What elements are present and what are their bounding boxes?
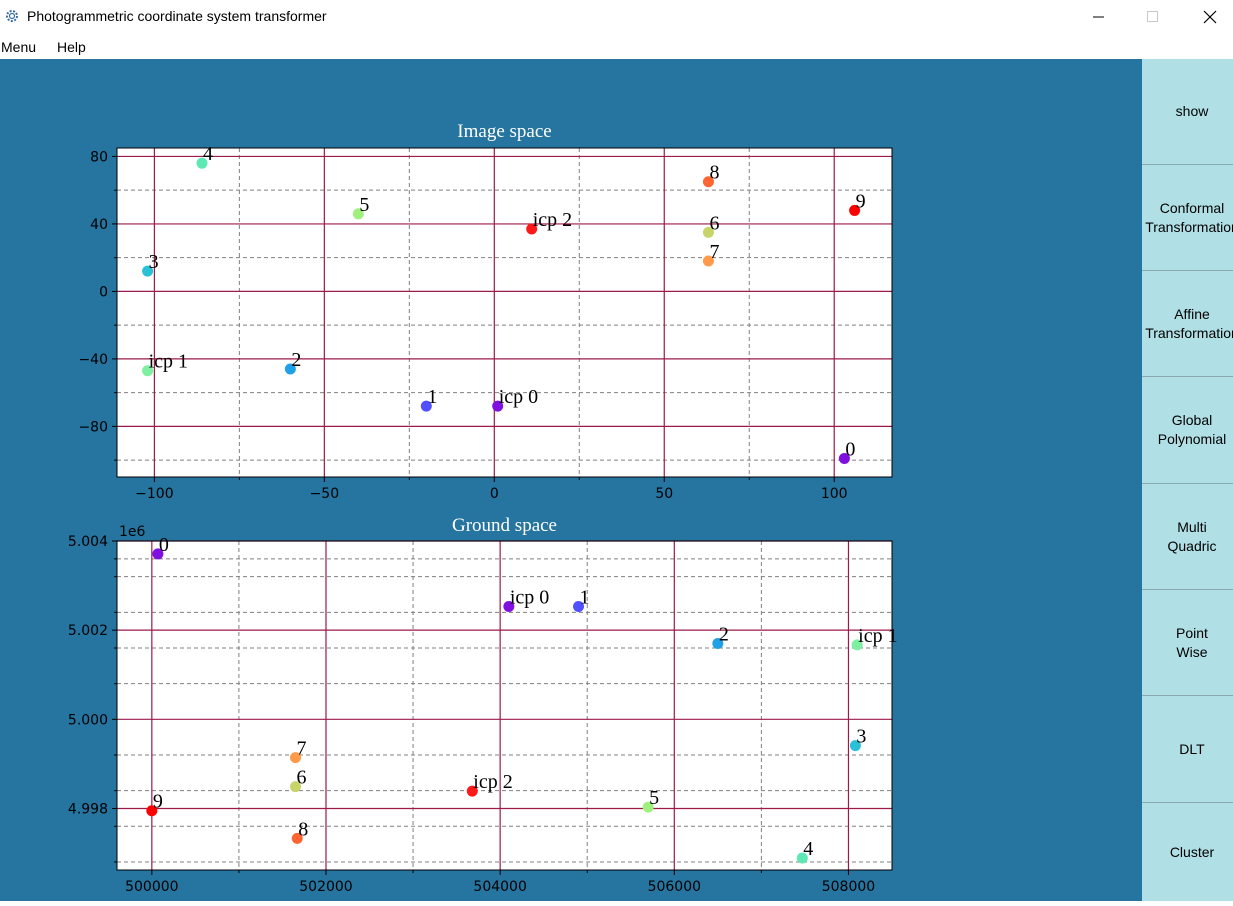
axis-offset-label: 1e6	[119, 524, 146, 540]
y-tick-label: −80	[78, 419, 108, 435]
plots-svg: −100 −50 0 50 10080400−40−80Image space4589i…	[68, 121, 898, 895]
point-label: 6	[709, 212, 719, 234]
minimize-button[interactable]	[1076, 0, 1122, 34]
point-label: icp 1	[858, 625, 897, 647]
multi-quadric-button[interactable]: Multi Quadric	[1142, 484, 1233, 590]
menu-item-help[interactable]: Help	[57, 39, 86, 55]
x-tick-label: 100	[821, 486, 848, 502]
point-label: 7	[709, 241, 719, 263]
close-button[interactable]	[1187, 0, 1233, 34]
point-label: 4	[803, 838, 813, 860]
menu-bar: Menu Help	[0, 36, 1233, 58]
point-label: 3	[856, 726, 866, 748]
plot-canvas: −100 −50 0 50 100 80 40 0 −40 −80 Image space 4 5 8 9 i…	[0, 59, 1142, 901]
point-label: icp 0	[499, 386, 538, 408]
point-label: 0	[159, 534, 169, 556]
point-label: 9	[153, 791, 163, 813]
close-icon	[1203, 10, 1217, 24]
x-tick-label: −50	[310, 486, 340, 502]
image-space-chart: −100 −50 0 50 100 80 40 0 −40 −80 Image space 4 5 8 9 i…	[78, 121, 893, 502]
x-tick-label: 504000	[473, 879, 526, 895]
window-title: Photogrammetric coordinate system transf…	[27, 8, 327, 24]
menu-item-menu[interactable]: Menu	[1, 39, 36, 55]
x-tick-label: 50	[655, 486, 673, 502]
conformal-transformation-button[interactable]: Conformal Transformation	[1142, 165, 1233, 271]
point-label: 7	[297, 738, 307, 760]
point-label: 4	[203, 143, 213, 165]
point-label: 2	[291, 349, 301, 371]
point-label: icp 2	[533, 209, 572, 231]
show-button[interactable]: show	[1142, 59, 1233, 165]
title-bar: Photogrammetric coordinate system transf…	[0, 0, 1233, 34]
sidebar: show Conformal Transformation Affine Tra…	[1142, 59, 1233, 901]
point-label: 9	[856, 190, 866, 212]
point-wise-button[interactable]: Point Wise	[1142, 590, 1233, 696]
cluster-button[interactable]: Cluster	[1142, 803, 1233, 901]
point-label: 3	[149, 251, 159, 273]
affine-transformation-button[interactable]: Affine Transformation	[1142, 271, 1233, 377]
global-polynomial-button[interactable]: Global Polynomial	[1142, 377, 1233, 484]
x-tick-label: −100	[135, 486, 173, 502]
y-tick-label: 5.000	[68, 712, 108, 728]
point-label: icp 0	[510, 587, 549, 609]
y-tick-label: 80	[90, 149, 108, 165]
point-label: 1	[427, 386, 437, 408]
x-tick-label: 0	[490, 486, 499, 502]
x-tick-label: 502000	[299, 879, 352, 895]
chart-title: Ground space	[452, 515, 557, 536]
point-label: 1	[580, 587, 590, 609]
point-label: 0	[845, 438, 855, 460]
point-label: 5	[649, 787, 659, 809]
x-tick-label: 506000	[648, 879, 701, 895]
ground-space-chart: 500000 502000 504000 506000 508000 5.004 5.002…	[68, 515, 898, 895]
y-tick-label: 5.002	[68, 623, 108, 639]
minimize-icon	[1093, 16, 1104, 18]
y-tick-label: 4.998	[68, 801, 108, 817]
point-label: 5	[359, 194, 369, 216]
point-label: 8	[709, 162, 719, 184]
app-gear-icon	[6, 10, 18, 22]
point-label: icp 1	[149, 351, 188, 373]
plot-area	[117, 541, 892, 870]
dlt-button[interactable]: DLT	[1142, 696, 1233, 803]
y-tick-label: 0	[99, 284, 108, 300]
point-label: 2	[719, 624, 729, 646]
y-tick-label: −40	[78, 352, 108, 368]
chart-title: Image space	[457, 121, 551, 142]
x-tick-label: 508000	[822, 879, 875, 895]
maximize-icon	[1147, 11, 1158, 22]
point-label: icp 2	[473, 771, 512, 793]
y-tick-label: 40	[90, 217, 108, 233]
y-tick-label: 5.004	[68, 534, 108, 550]
maximize-button[interactable]	[1130, 0, 1176, 34]
x-tick-label: 500000	[125, 879, 178, 895]
point-label: 8	[298, 818, 308, 840]
plot-area	[117, 148, 892, 477]
point-label: 6	[297, 767, 307, 789]
